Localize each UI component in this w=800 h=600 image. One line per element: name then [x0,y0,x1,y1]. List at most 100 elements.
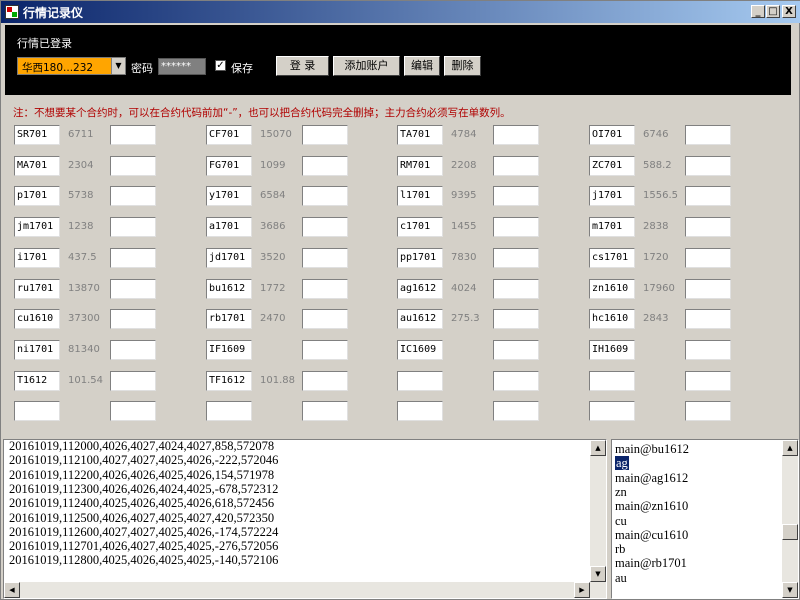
contract-code-input[interactable]: y1701 [206,186,252,206]
contract-code-input[interactable] [397,401,443,421]
contract-code-input[interactable]: ru1701 [14,279,60,299]
contract-extra-input[interactable] [302,401,348,421]
contract-code-input[interactable] [14,401,60,421]
contract-code-input[interactable]: TA701 [397,125,443,145]
contract-code-input[interactable]: zn1610 [589,279,635,299]
contract-code-input[interactable]: MA701 [14,156,60,176]
contract-extra-input[interactable] [302,217,348,237]
save-checkbox[interactable]: ✓ [215,60,226,71]
log-vertical-scrollbar[interactable]: ▲ ▼ [590,440,606,582]
side-log-line[interactable]: rb [615,542,625,556]
contract-code-input[interactable]: RM701 [397,156,443,176]
contract-extra-input[interactable] [302,248,348,268]
contract-code-input[interactable]: j1701 [589,186,635,206]
contract-extra-input[interactable] [110,340,156,360]
contract-code-input[interactable]: SR701 [14,125,60,145]
contract-code-input[interactable]: ni1701 [14,340,60,360]
contract-extra-input[interactable] [493,217,539,237]
side-log-line-selected[interactable]: ag [615,456,629,471]
contract-extra-input[interactable] [302,309,348,329]
contract-extra-input[interactable] [110,186,156,206]
contract-extra-input[interactable] [685,186,731,206]
contract-code-input[interactable]: m1701 [589,217,635,237]
contract-extra-input[interactable] [685,401,731,421]
contract-code-input[interactable]: c1701 [397,217,443,237]
contract-extra-input[interactable] [493,401,539,421]
scroll-up-icon[interactable]: ▲ [782,440,798,456]
contract-code-input[interactable]: cs1701 [589,248,635,268]
contract-code-input[interactable]: cu1610 [14,309,60,329]
login-button[interactable]: 登 录 [276,56,329,76]
edit-button[interactable]: 编辑 [404,56,440,76]
contract-extra-input[interactable] [302,125,348,145]
side-log-line[interactable]: au [615,571,627,585]
contract-extra-input[interactable] [493,340,539,360]
contract-extra-input[interactable] [110,248,156,268]
contract-extra-input[interactable] [685,279,731,299]
contract-extra-input[interactable] [685,309,731,329]
scroll-right-icon[interactable]: ▶ [574,582,590,598]
contract-extra-input[interactable] [302,156,348,176]
contract-code-input[interactable]: jd1701 [206,248,252,268]
contract-code-input[interactable]: T1612 [14,371,60,391]
contract-code-input[interactable]: jm1701 [14,217,60,237]
contract-extra-input[interactable] [493,186,539,206]
scroll-up-icon[interactable]: ▲ [590,440,606,456]
password-field[interactable]: ****** [158,58,206,75]
contract-extra-input[interactable] [493,309,539,329]
contract-extra-input[interactable] [302,186,348,206]
contract-code-input[interactable]: IC1609 [397,340,443,360]
contract-code-input[interactable]: ZC701 [589,156,635,176]
contract-log[interactable]: main@bu1612 ag main@ag1612 zn main@zn1610 cu m… [611,439,799,599]
contract-code-input[interactable]: p1701 [14,186,60,206]
contract-extra-input[interactable] [110,309,156,329]
contract-code-input[interactable]: ag1612 [397,279,443,299]
scrollbar-thumb[interactable] [782,524,798,540]
scroll-down-icon[interactable]: ▼ [782,582,798,598]
contract-extra-input[interactable] [110,401,156,421]
contract-extra-input[interactable] [302,371,348,391]
contract-extra-input[interactable] [493,125,539,145]
contract-extra-input[interactable] [493,156,539,176]
minimize-button[interactable]: _ [751,5,765,18]
contract-extra-input[interactable] [685,248,731,268]
chevron-down-icon[interactable]: ▼ [111,58,125,74]
side-log-line[interactable]: main@ag1612 [615,471,688,485]
contract-extra-input[interactable] [302,279,348,299]
contract-extra-input[interactable] [110,217,156,237]
contract-code-input[interactable]: IF1609 [206,340,252,360]
contract-extra-input[interactable] [110,371,156,391]
contract-code-input[interactable] [397,371,443,391]
side-log-line[interactable]: main@rb1701 [615,556,687,570]
contract-code-input[interactable]: bu1612 [206,279,252,299]
contract-code-input[interactable]: IH1609 [589,340,635,360]
contract-code-input[interactable]: hc1610 [589,309,635,329]
side-log-line[interactable]: main@cu1610 [615,528,688,542]
maximize-button[interactable]: □ [766,5,780,18]
quote-log[interactable]: 20161019,112000,4026,4027,4024,4027,858,… [3,439,607,599]
title-bar[interactable]: 行情记录仪 _ □ X [1,1,800,23]
contract-code-input[interactable]: CF701 [206,125,252,145]
account-select[interactable]: 华西180...232 ▼ [17,57,126,75]
contract-extra-input[interactable] [493,248,539,268]
contract-code-input[interactable]: pp1701 [397,248,443,268]
close-button[interactable]: X [782,5,796,18]
contract-code-input[interactable]: FG701 [206,156,252,176]
add-account-button[interactable]: 添加账户 [333,56,400,76]
contract-code-input[interactable]: i1701 [14,248,60,268]
contract-extra-input[interactable] [685,156,731,176]
contract-extra-input[interactable] [685,125,731,145]
contract-extra-input[interactable] [685,340,731,360]
contract-extra-input[interactable] [110,125,156,145]
side-vertical-scrollbar[interactable]: ▲ ▼ [782,440,798,598]
contract-extra-input[interactable] [493,279,539,299]
contract-code-input[interactable]: TF1612 [206,371,252,391]
scroll-down-icon[interactable]: ▼ [590,566,606,582]
side-log-line[interactable]: main@bu1612 [615,442,689,456]
contract-code-input[interactable]: rb1701 [206,309,252,329]
side-log-line[interactable]: cu [615,514,627,528]
scroll-left-icon[interactable]: ◀ [4,582,20,598]
contract-extra-input[interactable] [110,156,156,176]
contract-code-input[interactable] [589,401,635,421]
contract-code-input[interactable]: OI701 [589,125,635,145]
